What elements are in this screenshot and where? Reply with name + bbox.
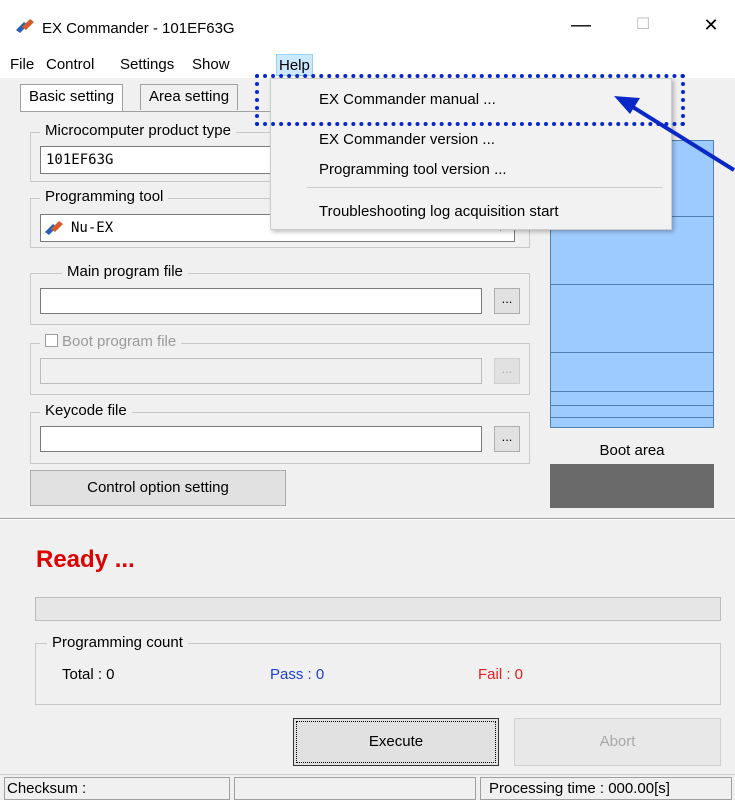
annotation-arrow-icon: [614, 96, 735, 172]
keycode-label: Keycode file: [40, 402, 132, 420]
micro-label: Microcomputer product type: [40, 122, 236, 140]
boot-program-browse-button[interactable]: ...: [494, 358, 520, 384]
control-option-setting-button[interactable]: Control option setting: [30, 470, 286, 506]
tool-select-value: Nu-EX: [71, 220, 114, 236]
menu-control[interactable]: Control: [44, 54, 96, 76]
title-bar: EX Commander - 101EF63G — ☐ ✕: [0, 0, 735, 52]
status-text: Ready ...: [36, 546, 135, 573]
progress-bar: [35, 597, 721, 621]
close-button[interactable]: ✕: [688, 10, 734, 40]
checksum-pane: Checksum :: [4, 777, 230, 800]
boot-program-checkbox[interactable]: [45, 334, 58, 347]
pass-count: Pass : 0: [270, 666, 325, 683]
tab-basic-setting[interactable]: Basic setting: [20, 84, 124, 112]
status-middle-pane: [234, 777, 476, 800]
boot-program-header: Boot program file: [40, 333, 182, 351]
main-program-browse-button[interactable]: ...: [494, 288, 520, 314]
keycode-browse-button[interactable]: ...: [494, 426, 520, 452]
abort-button[interactable]: Abort: [514, 718, 721, 766]
minimize-button[interactable]: —: [558, 10, 604, 40]
menu-separator: [307, 187, 663, 188]
tool-label: Programming tool: [40, 188, 169, 206]
map-divider: [551, 284, 713, 285]
programming-count-group: [35, 643, 721, 705]
menu-item-tool-version[interactable]: Programming tool version ...: [319, 161, 507, 178]
menu-show[interactable]: Show: [190, 54, 232, 76]
menu-settings[interactable]: Settings: [118, 54, 176, 76]
execute-button[interactable]: Execute: [293, 718, 499, 766]
programming-tool-icon: [45, 221, 63, 235]
menu-file[interactable]: File: [8, 54, 36, 76]
main-program-label: Main program file: [62, 263, 188, 281]
map-divider: [551, 391, 713, 392]
menu-item-troubleshooting-log[interactable]: Troubleshooting log acquisition start: [319, 203, 559, 220]
keycode-field[interactable]: [40, 426, 482, 452]
processing-time-pane: Processing time : 000.00[s]: [480, 777, 732, 800]
boot-program-field[interactable]: [40, 358, 482, 384]
boot-area-label: Boot area: [599, 442, 665, 459]
programming-count-label: Programming count: [47, 634, 188, 652]
map-divider: [551, 405, 713, 406]
main-program-field[interactable]: [40, 288, 482, 314]
tab-area-setting[interactable]: Area setting: [140, 84, 239, 110]
maximize-button[interactable]: ☐: [620, 10, 666, 40]
total-count: Total : 0: [62, 666, 115, 683]
app-icon: [16, 19, 34, 33]
map-divider: [551, 417, 713, 418]
boot-area-block: [550, 464, 714, 508]
menu-item-ex-version[interactable]: EX Commander version ...: [319, 131, 495, 148]
fail-count: Fail : 0: [478, 666, 524, 683]
window-title: EX Commander - 101EF63G: [42, 20, 235, 37]
menu-help[interactable]: Help: [276, 54, 313, 76]
section-divider: [0, 518, 735, 520]
map-divider: [551, 352, 713, 353]
boot-program-label: Boot program file: [62, 333, 177, 350]
